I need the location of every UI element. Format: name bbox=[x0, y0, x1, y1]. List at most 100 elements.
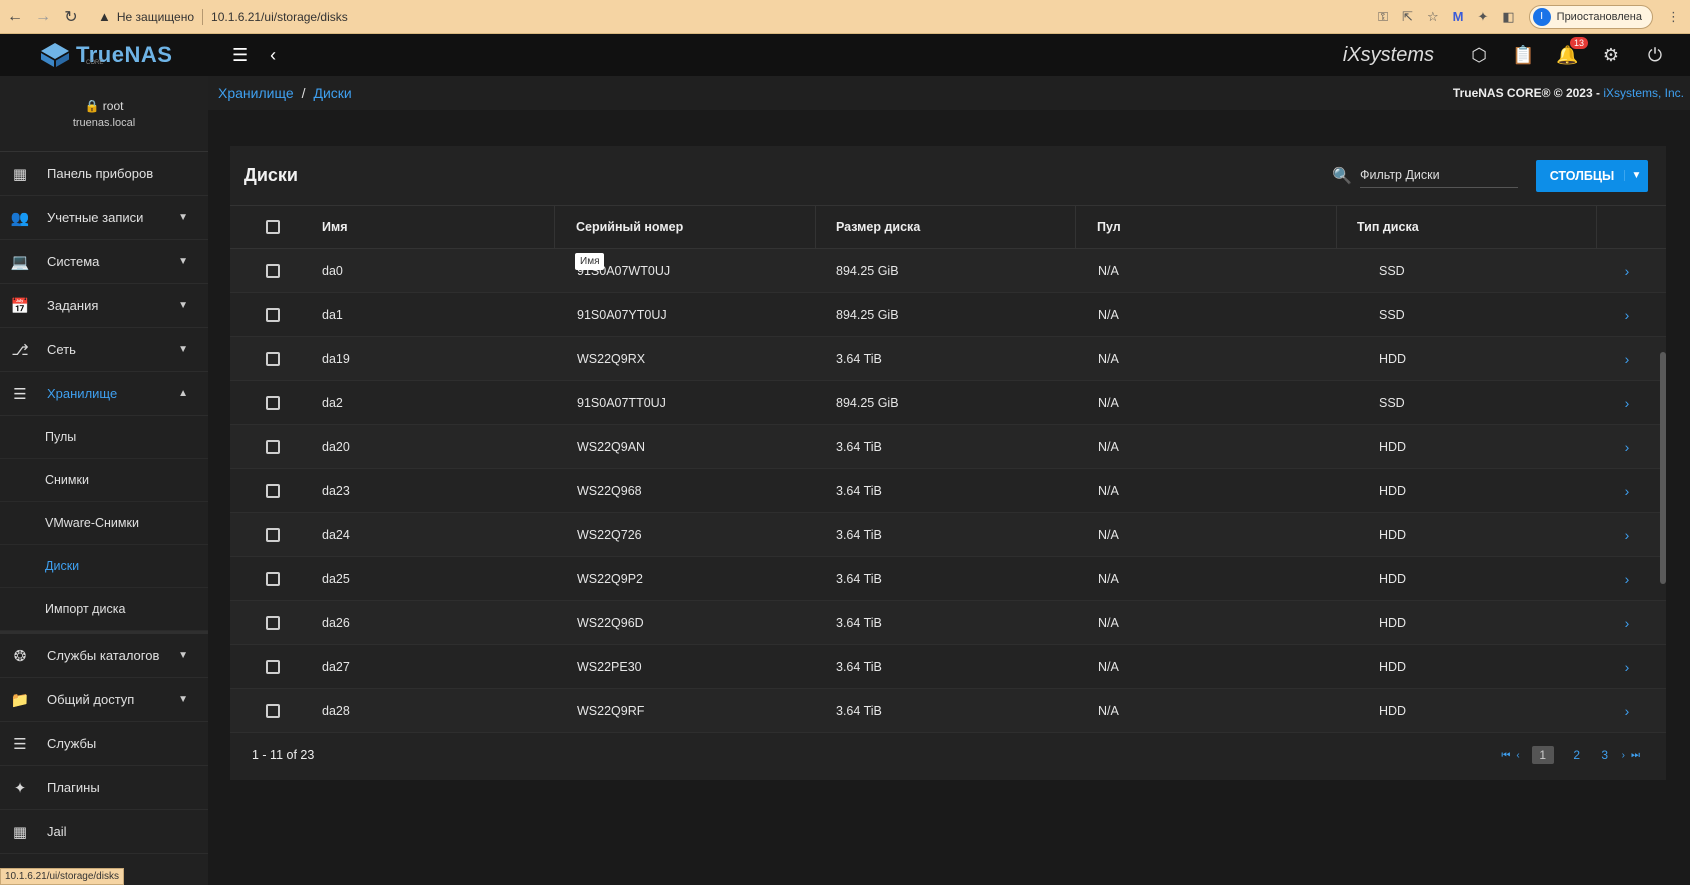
row-checkbox[interactable] bbox=[266, 615, 280, 630]
first-page-icon[interactable]: ⏮ bbox=[1501, 750, 1510, 761]
sidebar-subitem-snapshots[interactable]: Снимки bbox=[0, 459, 208, 502]
extensions-puzzle-icon[interactable]: ✦ bbox=[1477, 9, 1488, 25]
page-button-2[interactable]: 2 bbox=[1566, 748, 1588, 762]
truecommand-icon[interactable]: ⬡ bbox=[1468, 45, 1490, 66]
key-icon[interactable]: ⚿ bbox=[1378, 9, 1388, 25]
sidebar-item-plugins[interactable]: ✦ Плагины bbox=[0, 766, 208, 810]
row-checkbox[interactable] bbox=[266, 439, 280, 454]
cell-type: SSD bbox=[1379, 395, 1405, 410]
table-row[interactable]: da1 91S0A07YT0UJ 894.25 GiB N/A SSD › bbox=[230, 293, 1666, 337]
extension-m-icon[interactable]: M bbox=[1453, 9, 1464, 24]
expand-chevron-icon[interactable]: › bbox=[1625, 439, 1630, 455]
expand-chevron-icon[interactable]: › bbox=[1625, 703, 1630, 719]
row-checkbox[interactable] bbox=[266, 351, 280, 366]
last-page-icon[interactable]: ⏭ bbox=[1631, 750, 1640, 761]
sidebar-item-services[interactable]: ☰ Службы bbox=[0, 722, 208, 766]
cell-size: 3.64 TiB bbox=[836, 703, 882, 718]
sidebar-item-accounts[interactable]: 👥 Учетные записи ▼ bbox=[0, 196, 208, 240]
table-body: da0 91S0A07WT0UJ 894.25 GiB N/A SSD › da… bbox=[230, 249, 1666, 733]
breadcrumb-storage-link[interactable]: Хранилище bbox=[218, 85, 294, 101]
expand-chevron-icon[interactable]: › bbox=[1625, 571, 1630, 587]
sidebar-item-dashboard[interactable]: ▦ Панель приборов bbox=[0, 152, 208, 196]
sidebar-item-directory-services[interactable]: ❂ Службы каталогов ▼ bbox=[0, 634, 208, 678]
table-scrollbar[interactable] bbox=[1660, 352, 1666, 584]
cell-pool: N/A bbox=[1098, 571, 1119, 586]
cell-size: 894.25 GiB bbox=[836, 395, 899, 410]
select-all-checkbox[interactable] bbox=[266, 220, 280, 234]
cell-type: HDD bbox=[1379, 527, 1407, 542]
sidebar-item-storage[interactable]: ☰ Хранилище ▲ bbox=[0, 372, 208, 416]
sidebar-item-jail[interactable]: ▦ Jail bbox=[0, 810, 208, 854]
sidebar-subitem-disks[interactable]: Диски bbox=[0, 545, 208, 588]
table-row[interactable]: da24 WS22Q726 3.64 TiB N/A HDD › bbox=[230, 513, 1666, 557]
address-bar[interactable]: ▲ Не защищено 10.1.6.21/ui/storage/disks bbox=[98, 8, 348, 25]
row-checkbox[interactable] bbox=[266, 483, 280, 498]
ixsystems-logo[interactable]: iXsystems bbox=[1343, 44, 1434, 67]
sidebar-item-tasks[interactable]: 📅 Задания ▼ bbox=[0, 284, 208, 328]
sidebar-item-label: Службы каталогов bbox=[47, 648, 160, 663]
browser-back-icon[interactable]: ← bbox=[2, 4, 28, 30]
table-row[interactable]: da27 WS22PE30 3.64 TiB N/A HDD › bbox=[230, 645, 1666, 689]
expand-chevron-icon[interactable]: › bbox=[1625, 351, 1630, 367]
columns-button[interactable]: СТОЛБЦЫ ▼ bbox=[1536, 159, 1648, 192]
table-row[interactable]: da20 WS22Q9AN 3.64 TiB N/A HDD › bbox=[230, 425, 1666, 469]
expand-chevron-icon[interactable]: › bbox=[1625, 483, 1630, 499]
share-icon[interactable]: ⇱ bbox=[1402, 9, 1413, 25]
expand-chevron-icon[interactable]: › bbox=[1625, 527, 1630, 543]
plugins-icon: ✦ bbox=[13, 779, 27, 797]
menu-toggle-icon[interactable]: ☰ bbox=[232, 45, 248, 66]
table-row[interactable]: da19 WS22Q9RX 3.64 TiB N/A HDD › bbox=[230, 337, 1666, 381]
browser-forward-icon[interactable]: → bbox=[30, 4, 56, 30]
table-row[interactable]: da23 WS22Q968 3.64 TiB N/A HDD › bbox=[230, 469, 1666, 513]
copyright: TrueNAS CORE® © 2023 - iXsystems, Inc. bbox=[1453, 86, 1690, 100]
row-checkbox[interactable] bbox=[266, 703, 280, 718]
table-row[interactable]: da28 WS22Q9RF 3.64 TiB N/A HDD › bbox=[230, 689, 1666, 733]
table-row[interactable]: da0 91S0A07WT0UJ 894.25 GiB N/A SSD › bbox=[230, 249, 1666, 293]
next-page-icon[interactable]: › bbox=[1622, 750, 1625, 761]
sidebar-item-sharing[interactable]: 📁 Общий доступ ▼ bbox=[0, 678, 208, 722]
profile-button[interactable]: I Приостановлена bbox=[1528, 4, 1653, 29]
browser-menu-icon[interactable]: ⋮ bbox=[1667, 9, 1680, 25]
table-row[interactable]: da2 91S0A07TT0UJ 894.25 GiB N/A SSD › bbox=[230, 381, 1666, 425]
browser-reload-icon[interactable]: ↻ bbox=[58, 4, 84, 30]
collapse-back-icon[interactable]: ‹ bbox=[270, 45, 276, 66]
row-checkbox[interactable] bbox=[266, 307, 280, 322]
row-checkbox[interactable] bbox=[266, 527, 280, 542]
sidepanel-icon[interactable]: ◧ bbox=[1502, 9, 1514, 25]
truenas-logo[interactable]: TrueNAS CORE bbox=[0, 34, 208, 76]
notifications-bell-icon[interactable]: 🔔 13 bbox=[1556, 36, 1588, 66]
settings-gear-icon[interactable]: ⚙ bbox=[1600, 45, 1622, 66]
sidebar-subitem-import-disk[interactable]: Импорт диска bbox=[0, 588, 208, 631]
breadcrumb-disks-link[interactable]: Диски bbox=[314, 85, 352, 101]
filter-input[interactable] bbox=[1360, 163, 1518, 188]
sidebar-subitem-vmware-snapshots[interactable]: VMware-Снимки bbox=[0, 502, 208, 545]
ixsystems-link[interactable]: iXsystems, Inc. bbox=[1603, 86, 1684, 100]
sidebar-item-network[interactable]: ⎇ Сеть ▼ bbox=[0, 328, 208, 372]
header-size[interactable]: Размер диска bbox=[816, 205, 1076, 249]
prev-page-icon[interactable]: ‹ bbox=[1516, 750, 1519, 761]
expand-chevron-icon[interactable]: › bbox=[1625, 395, 1630, 411]
expand-chevron-icon[interactable]: › bbox=[1625, 307, 1630, 323]
table-row[interactable]: da26 WS22Q96D 3.64 TiB N/A HDD › bbox=[230, 601, 1666, 645]
chevron-down-icon[interactable]: ▼ bbox=[1624, 170, 1648, 181]
table-row[interactable]: da25 WS22Q9P2 3.64 TiB N/A HDD › bbox=[230, 557, 1666, 601]
expand-chevron-icon[interactable]: › bbox=[1625, 615, 1630, 631]
task-manager-icon[interactable]: 📋 bbox=[1512, 45, 1534, 66]
page-button-1[interactable]: 1 bbox=[1531, 746, 1554, 764]
row-checkbox[interactable] bbox=[266, 659, 280, 674]
page-button-3[interactable]: 3 bbox=[1594, 748, 1616, 762]
header-serial[interactable]: Серийный номер bbox=[555, 205, 816, 249]
expand-chevron-icon[interactable]: › bbox=[1625, 659, 1630, 675]
header-pool[interactable]: Пул bbox=[1076, 205, 1337, 249]
sidebar-item-system[interactable]: 💻 Система ▼ bbox=[0, 240, 208, 284]
expand-chevron-icon[interactable]: › bbox=[1625, 263, 1630, 279]
row-checkbox[interactable] bbox=[266, 263, 280, 278]
header-name[interactable]: Имя bbox=[316, 205, 555, 249]
sidebar-subitem-pools[interactable]: Пулы bbox=[0, 416, 208, 459]
row-checkbox[interactable] bbox=[266, 395, 280, 410]
row-checkbox[interactable] bbox=[266, 571, 280, 586]
address-url[interactable]: 10.1.6.21/ui/storage/disks bbox=[211, 10, 348, 24]
header-type[interactable]: Тип диска bbox=[1337, 205, 1597, 249]
power-icon[interactable]: ⏻ bbox=[1644, 45, 1666, 66]
star-icon[interactable]: ☆ bbox=[1427, 9, 1439, 25]
